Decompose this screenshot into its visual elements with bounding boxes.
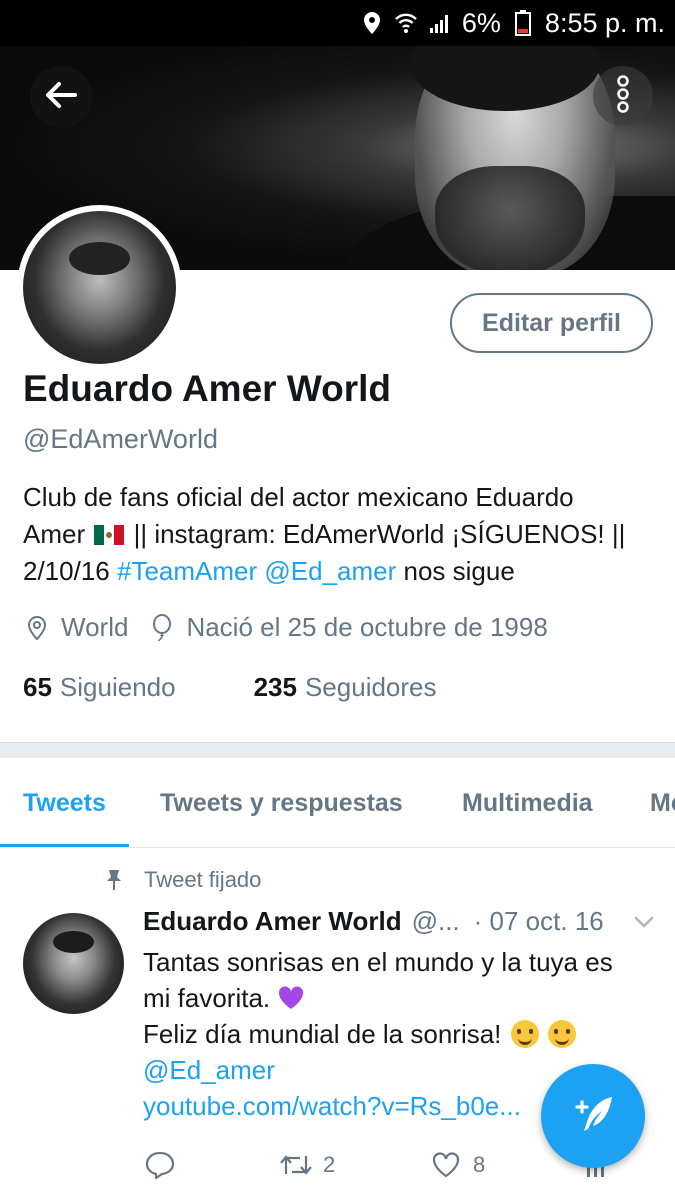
bio-line-3-start: 2/10/16 [23,556,110,586]
map-pin-icon [23,614,51,642]
pinned-label-text: Tweet fijado [144,867,262,892]
profile-birthday: Nació el 25 de octubre de 1998 [186,612,548,642]
tab-tweets[interactable]: Tweets [0,758,129,847]
balloon-icon [148,613,176,642]
bio-hashtag-link[interactable]: #TeamAmer [117,556,257,586]
bio-mention-link[interactable]: @Ed_amer [264,556,396,586]
profile-name: Eduardo Amer World [23,368,391,409]
smiling-face-icon [547,1020,576,1048]
tab-media[interactable]: Multimedia [462,758,593,847]
section-divider [0,742,675,758]
profile-handle: @EdAmerWorld [23,424,218,454]
following-count: 65 [23,672,52,702]
mexico-flag-icon [94,525,125,545]
tweet-line-3: Feliz día mundial de la sonrisa! [143,1019,502,1049]
tab-tweets-replies[interactable]: Tweets y respuestas [160,758,403,847]
tweet-handle: @... [411,906,460,936]
more-options-button[interactable] [593,66,653,126]
grinning-face-icon [510,1020,539,1048]
compose-tweet-button[interactable] [541,1064,645,1168]
purple-heart-icon [277,984,305,1010]
followers-stat[interactable]: 235 Seguidores [254,672,437,703]
profile-stats: 65 Siguiendo 235 Seguidores [23,672,437,703]
battery-icon [511,10,535,36]
status-bar: 6% 8:55 p. m. [0,0,675,46]
back-button[interactable] [30,66,92,128]
chevron-down-icon[interactable] [630,908,658,936]
profile-location: World [61,612,129,642]
profile-avatar[interactable] [17,205,182,370]
followers-label: Seguidores [304,672,437,702]
reply-button[interactable] [143,1148,279,1182]
tweet-line-1: Tantas sonrisas en el mundo y la tuya es [143,947,613,977]
profile-bio: Club de fans oficial del actor mexicano … [23,479,663,590]
wifi-icon [394,11,418,35]
retweet-button[interactable]: 2 [279,1148,429,1182]
profile-meta: World Nació el 25 de octubre de 1998 [23,612,548,643]
battery-percent: 6% [461,7,501,38]
profile-tabs: Tweets Tweets y respuestas Multimedia Me [0,758,675,848]
tweet-date: · 07 oct. 16 [473,906,604,936]
tweet-author[interactable]: Eduardo Amer World [143,906,402,937]
bio-line-2-end: || instagram: EdAmerWorld ¡SÍGUENOS! || [133,519,626,549]
reply-icon [143,1148,177,1182]
pin-icon [100,866,128,894]
following-label: Siguiendo [59,672,176,702]
like-count: 8 [473,1152,486,1177]
bio-line-3-end: nos sigue [403,556,515,586]
bio-line-1: Club de fans oficial del actor mexicano … [23,482,574,512]
following-stat[interactable]: 65 Siguiendo [23,672,176,703]
more-vertical-icon [616,74,630,118]
back-arrow-icon [44,80,78,115]
tweet-line-2: mi favorita. [143,983,271,1013]
location-icon [360,11,384,35]
tweet-header: Eduardo Amer World @... · 07 oct. 16 [143,906,658,937]
bio-line-2-start: Amer [23,519,86,549]
tab-likes[interactable]: Me [650,758,675,847]
edit-profile-button[interactable]: Editar perfil [450,293,653,353]
retweet-count: 2 [323,1152,336,1177]
compose-icon [568,1091,618,1142]
pinned-tweet-label: Tweet fijado [100,866,261,894]
heart-icon [429,1148,463,1182]
followers-count: 235 [253,672,297,702]
tweet-avatar[interactable] [23,913,124,1014]
signal-icon [428,11,452,35]
retweet-icon [279,1148,313,1182]
status-time: 8:55 p. m. [544,7,665,38]
